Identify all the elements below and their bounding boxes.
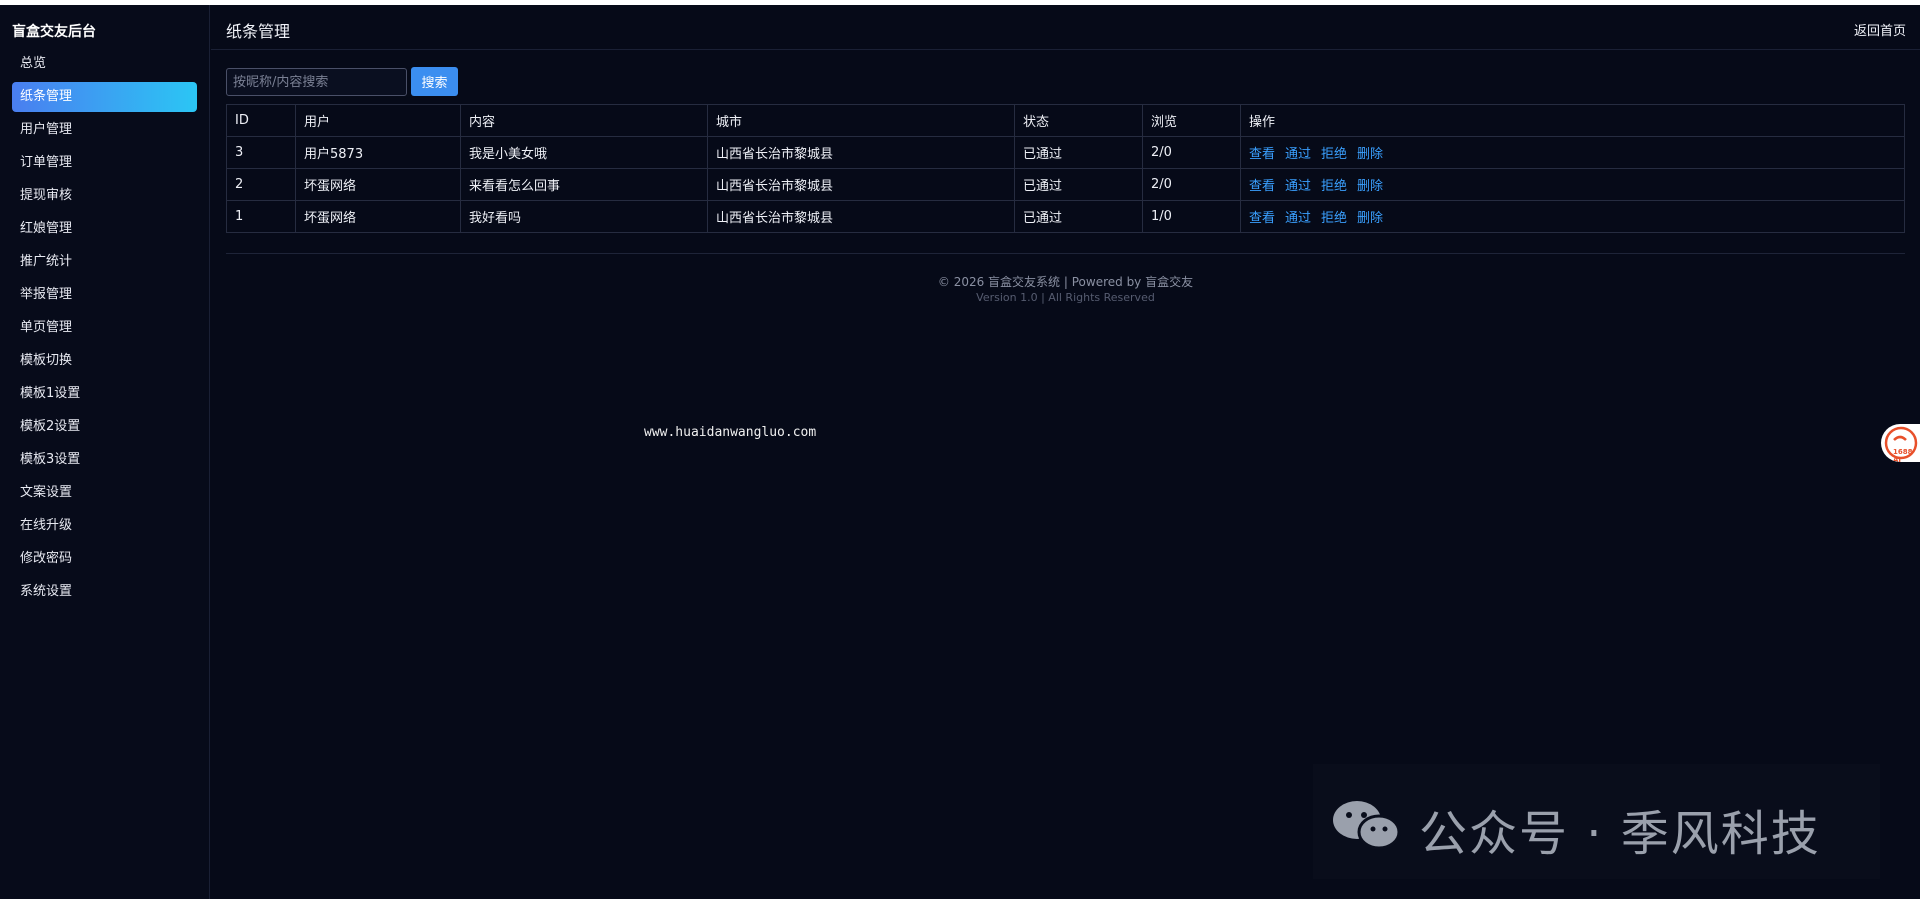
column-header-actions: 操作 xyxy=(1240,104,1905,137)
page-title: 纸条管理 xyxy=(226,22,291,41)
url-watermark: www.huaidanwangluo.com xyxy=(644,425,817,440)
cell-user: 坏蛋网络 xyxy=(295,168,461,201)
page-header: 纸条管理 返回首页 xyxy=(211,5,1920,50)
footer-copyright: © 2026 盲盒交友系统 | Powered by 盲盒交友 xyxy=(937,275,1194,289)
reject-button[interactable]: 拒绝 xyxy=(1321,147,1347,162)
sidebar-item-10[interactable]: 模板1设置 xyxy=(12,379,197,409)
cell-actions: 查看 通过 拒绝 删除 xyxy=(1240,200,1905,233)
reject-button[interactable]: 拒绝 xyxy=(1321,179,1347,194)
sidebar-item-13[interactable]: 文案设置 xyxy=(12,478,197,508)
cell-views: 2/0 xyxy=(1142,168,1241,201)
sidebar-item-8[interactable]: 单页管理 xyxy=(12,313,197,343)
cell-id: 2 xyxy=(226,168,296,201)
table-header-row: ID 用户 内容 城市 状态 浏览 操作 xyxy=(226,104,1905,137)
cell-views: 2/0 xyxy=(1142,136,1241,169)
sidebar-item-15[interactable]: 修改密码 xyxy=(12,544,197,574)
delete-button[interactable]: 删除 xyxy=(1357,211,1383,226)
column-header-user: 用户 xyxy=(295,104,461,137)
cell-content: 我好看吗 xyxy=(460,200,708,233)
sidebar-item-9[interactable]: 模板切换 xyxy=(12,346,197,376)
sidebar-item-2[interactable]: 用户管理 xyxy=(12,115,197,145)
cell-user: 坏蛋网络 xyxy=(295,200,461,233)
sidebar-item-3[interactable]: 订单管理 xyxy=(12,148,197,178)
cell-id: 1 xyxy=(226,200,296,233)
wechat-watermark-text: 公众号 · 季风科技 xyxy=(1419,806,1821,862)
footer-divider xyxy=(226,253,1905,254)
wechat-icon xyxy=(1333,801,1401,850)
table-row: 2 坏蛋网络 来看看怎么回事 山西省长治市黎城县 已通过 2/0 查看 通过 拒绝 删除 xyxy=(226,168,1905,201)
cell-content: 来看看怎么回事 xyxy=(460,168,708,201)
reject-button[interactable]: 拒绝 xyxy=(1321,211,1347,226)
sidebar-item-11[interactable]: 模板2设置 xyxy=(12,412,197,442)
sidebar-nav: 总览 纸条管理 用户管理 订单管理 提现审核 红娘管理 推广统计 举报管理 单页管理 模板切换 模板… xyxy=(0,49,209,607)
sidebar-item-12[interactable]: 模板3设置 xyxy=(12,445,197,475)
sidebar-item-7[interactable]: 举报管理 xyxy=(12,280,197,310)
cell-id: 3 xyxy=(226,136,296,169)
column-header-views: 浏览 xyxy=(1142,104,1241,137)
sidebar-item-5[interactable]: 红娘管理 xyxy=(12,214,197,244)
search-button[interactable]: 搜索 xyxy=(411,67,458,96)
badge-label: 1688 AI xyxy=(1893,448,1913,462)
approve-button[interactable]: 通过 xyxy=(1285,179,1311,194)
back-home-link[interactable]: 返回首页 xyxy=(1854,20,1906,39)
view-button[interactable]: 查看 xyxy=(1249,211,1275,226)
footer-version: Version 1.0 | All Rights Reserved xyxy=(976,291,1155,304)
sidebar-item-16[interactable]: 系统设置 xyxy=(12,577,197,607)
brand-title: 盲盒交友后台 xyxy=(12,24,96,40)
notes-table: ID 用户 内容 城市 状态 浏览 操作 3 用户5873 我是小美女哦 山西省长治市… xyxy=(226,104,1905,233)
cell-status: 已通过 xyxy=(1014,200,1143,233)
cell-actions: 查看 通过 拒绝 删除 xyxy=(1240,136,1905,169)
view-button[interactable]: 查看 xyxy=(1249,147,1275,162)
sidebar: 盲盒交友后台 总览 纸条管理 用户管理 订单管理 提现审核 红娘管理 推广统计 举报管理 单页管… xyxy=(0,5,210,899)
view-button[interactable]: 查看 xyxy=(1249,179,1275,194)
column-header-status: 状态 xyxy=(1014,104,1143,137)
cell-user: 用户5873 xyxy=(295,136,461,169)
cell-views: 1/0 xyxy=(1142,200,1241,233)
cell-city: 山西省长治市黎城县 xyxy=(707,200,1015,233)
column-header-content: 内容 xyxy=(460,104,708,137)
sidebar-item-4[interactable]: 提现审核 xyxy=(12,181,197,211)
wechat-watermark: 公众号 · 季风科技 xyxy=(1313,764,1880,879)
cell-content: 我是小美女哦 xyxy=(460,136,708,169)
cell-city: 山西省长治市黎城县 xyxy=(707,168,1015,201)
approve-button[interactable]: 通过 xyxy=(1285,147,1311,162)
sidebar-item-14[interactable]: 在线升级 xyxy=(12,511,197,541)
approve-button[interactable]: 通过 xyxy=(1285,211,1311,226)
sidebar-item-0[interactable]: 总览 xyxy=(12,49,197,79)
column-header-city: 城市 xyxy=(707,104,1015,137)
delete-button[interactable]: 删除 xyxy=(1357,179,1383,194)
sidebar-item-1[interactable]: 纸条管理 xyxy=(12,82,197,112)
delete-button[interactable]: 删除 xyxy=(1357,147,1383,162)
sidebar-item-6[interactable]: 推广统计 xyxy=(12,247,197,277)
cell-city: 山西省长治市黎城县 xyxy=(707,136,1015,169)
table-row: 1 坏蛋网络 我好看吗 山西省长治市黎城县 已通过 1/0 查看 通过 拒绝 删除 xyxy=(226,200,1905,233)
table-row: 3 用户5873 我是小美女哦 山西省长治市黎城县 已通过 2/0 查看 通过 拒绝 删除 xyxy=(226,136,1905,169)
cell-status: 已通过 xyxy=(1014,168,1143,201)
cell-actions: 查看 通过 拒绝 删除 xyxy=(1240,168,1905,201)
cell-status: 已通过 xyxy=(1014,136,1143,169)
ai-assistant-badge[interactable]: 1688 AI xyxy=(1881,424,1920,462)
search-input[interactable] xyxy=(226,68,407,96)
column-header-id: ID xyxy=(226,104,296,137)
